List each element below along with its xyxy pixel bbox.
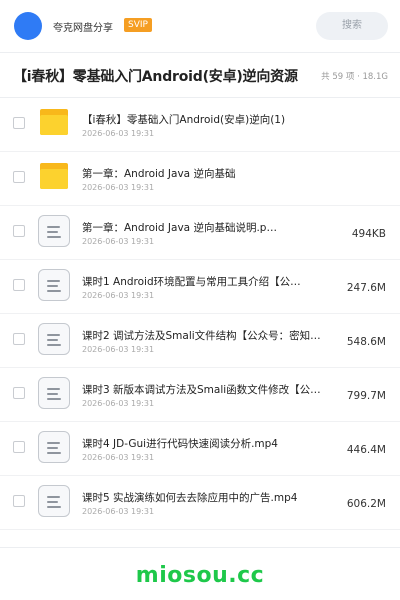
file-name[interactable]: 课时4 JD-Gui进行代码快速阅读分析.mp4 — [82, 436, 330, 451]
file-list: 【i春秋】零基础入门Android(安卓)逆向(1) 2026-06-03 19:… — [0, 98, 400, 530]
row-checkbox[interactable] — [13, 171, 25, 183]
file-size: 446.4M — [346, 444, 386, 456]
file-date: 2026-06-03 19:31 — [82, 453, 155, 462]
file-date: 2026-06-03 19:31 — [82, 507, 155, 516]
page-title: 【i春秋】零基础入门Android(安卓)逆向资源 — [13, 69, 298, 85]
share-title-bar: 【i春秋】零基础入门Android(安卓)逆向资源 共 59 项 · 18.1G — [0, 52, 400, 98]
row-checkbox[interactable] — [13, 441, 25, 453]
file-row[interactable]: 课时4 JD-Gui进行代码快速阅读分析.mp4 2026-06-03 19:31… — [0, 422, 400, 476]
file-name[interactable]: 第一章：Android Java 逆向基础说明.p… — [82, 220, 330, 235]
file-size: 799.7M — [346, 390, 386, 402]
file-size: 247.6M — [346, 282, 386, 294]
file-name[interactable]: 【i春秋】零基础入门Android(安卓)逆向(1) — [82, 112, 330, 127]
document-icon — [38, 485, 70, 517]
document-icon — [38, 269, 70, 301]
file-date: 2026-06-03 19:31 — [82, 237, 155, 246]
row-checkbox[interactable] — [13, 117, 25, 129]
share-header: 夸克网盘分享 SVIP 搜索 — [0, 0, 400, 52]
folder-icon — [38, 161, 70, 193]
file-name[interactable]: 课时2 调试方法及Smali文件结构【公众号：密知… — [82, 328, 330, 343]
document-icon — [38, 323, 70, 355]
file-date: 2026-06-03 19:31 — [82, 345, 155, 354]
document-icon — [38, 215, 70, 247]
row-checkbox[interactable] — [13, 225, 25, 237]
file-name[interactable]: 课时3 新版本调试方法及Smali函数文件修改【公… — [82, 382, 330, 397]
document-icon — [38, 377, 70, 409]
footer-divider — [0, 547, 400, 548]
file-size: 548.6M — [346, 336, 386, 348]
file-date: 2026-06-03 19:31 — [82, 183, 155, 192]
row-checkbox[interactable] — [13, 333, 25, 345]
file-row[interactable]: 课时5 实战演练如何去去除应用中的广告.mp4 2026-06-03 19:31 6… — [0, 476, 400, 530]
file-row[interactable]: 【i春秋】零基础入门Android(安卓)逆向(1) 2026-06-03 19:… — [0, 98, 400, 152]
avatar[interactable] — [14, 12, 42, 40]
file-date: 2026-06-03 19:31 — [82, 129, 155, 138]
file-size: 494KB — [351, 228, 386, 240]
sharer-name: 夸克网盘分享 — [53, 23, 113, 34]
search-button[interactable]: 搜索 — [316, 12, 388, 40]
site-watermark: miosou.cc — [135, 563, 265, 588]
file-date: 2026-06-03 19:31 — [82, 291, 155, 300]
file-name[interactable]: 第一章：Android Java 逆向基础 — [82, 166, 330, 181]
file-size: 606.2M — [346, 498, 386, 510]
document-icon — [38, 431, 70, 463]
row-checkbox[interactable] — [13, 495, 25, 507]
row-checkbox[interactable] — [13, 387, 25, 399]
folder-icon — [38, 107, 70, 139]
file-row[interactable]: 第一章：Android Java 逆向基础说明.p… 2026-06-03 19:… — [0, 206, 400, 260]
svip-badge: SVIP — [124, 18, 152, 32]
file-row[interactable]: 课时3 新版本调试方法及Smali函数文件修改【公… 2026-06-03 19:… — [0, 368, 400, 422]
item-count-size: 共 59 项 · 18.1G — [321, 72, 388, 82]
row-checkbox[interactable] — [13, 279, 25, 291]
file-date: 2026-06-03 19:31 — [82, 399, 155, 408]
file-row[interactable]: 第一章：Android Java 逆向基础 2026-06-03 19:31 — [0, 152, 400, 206]
file-name[interactable]: 课时1 Android环境配置与常用工具介绍【公… — [82, 274, 330, 289]
file-row[interactable]: 课时2 调试方法及Smali文件结构【公众号：密知… 2026-06-03 19:… — [0, 314, 400, 368]
file-row[interactable]: 课时1 Android环境配置与常用工具介绍【公… 2026-06-03 19:3… — [0, 260, 400, 314]
file-name[interactable]: 课时5 实战演练如何去去除应用中的广告.mp4 — [82, 490, 330, 505]
